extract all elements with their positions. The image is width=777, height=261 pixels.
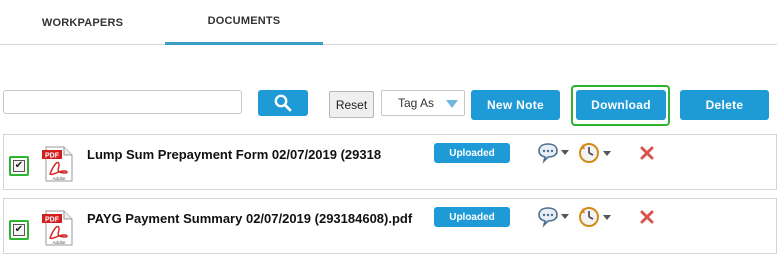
search-icon [274,94,292,112]
new-note-button[interactable]: New Note [471,90,560,120]
file-name-link[interactable]: PAYG Payment Summary 02/07/2019 (2931846… [87,211,417,227]
history-dropdown-icon[interactable] [578,141,614,165]
documents-panel: WORKPAPERS DOCUMENTS Reset Tag As New No… [0,0,777,261]
search-button[interactable] [258,90,308,116]
document-row: ✔ PDF Adobe Lump Sum Prepayment Form 02/… [3,134,777,190]
close-icon[interactable] [640,146,654,160]
pdf-file-icon: PDF Adobe [42,210,73,246]
close-icon[interactable] [640,210,654,224]
tab-workpapers[interactable]: WORKPAPERS [0,0,165,45]
file-name-link[interactable]: Lump Sum Prepayment Form 02/07/2019 (293… [87,147,381,163]
comment-dropdown-icon[interactable] [537,206,571,228]
reset-button[interactable]: Reset [329,91,374,118]
row-checkbox[interactable]: ✔ [13,224,25,236]
status-badge: Uploaded [434,143,510,163]
search-input[interactable] [3,90,242,114]
pdf-file-icon: PDF Adobe [42,146,73,182]
tab-bar: WORKPAPERS DOCUMENTS [0,0,777,45]
svg-text:Adobe: Adobe [52,176,66,181]
checkbox-highlight: ✔ [9,220,29,240]
tab-documents[interactable]: DOCUMENTS [165,0,323,45]
comment-dropdown-icon[interactable] [537,142,571,164]
row-checkbox[interactable]: ✔ [13,160,25,172]
chevron-down-icon [446,100,458,108]
tag-as-select[interactable]: Tag As [381,90,465,116]
svg-text:Adobe: Adobe [52,240,66,245]
document-row: ✔ PDF Adobe PAYG Payment Summary 02/07/2… [3,198,777,254]
download-button[interactable]: Download [576,90,666,120]
status-badge: Uploaded [434,207,510,227]
tag-as-label: Tag As [398,96,435,110]
checkbox-highlight: ✔ [9,156,29,176]
delete-button[interactable]: Delete [680,90,769,120]
svg-text:PDF: PDF [45,153,60,160]
svg-text:PDF: PDF [45,217,60,224]
history-dropdown-icon[interactable] [578,205,614,229]
